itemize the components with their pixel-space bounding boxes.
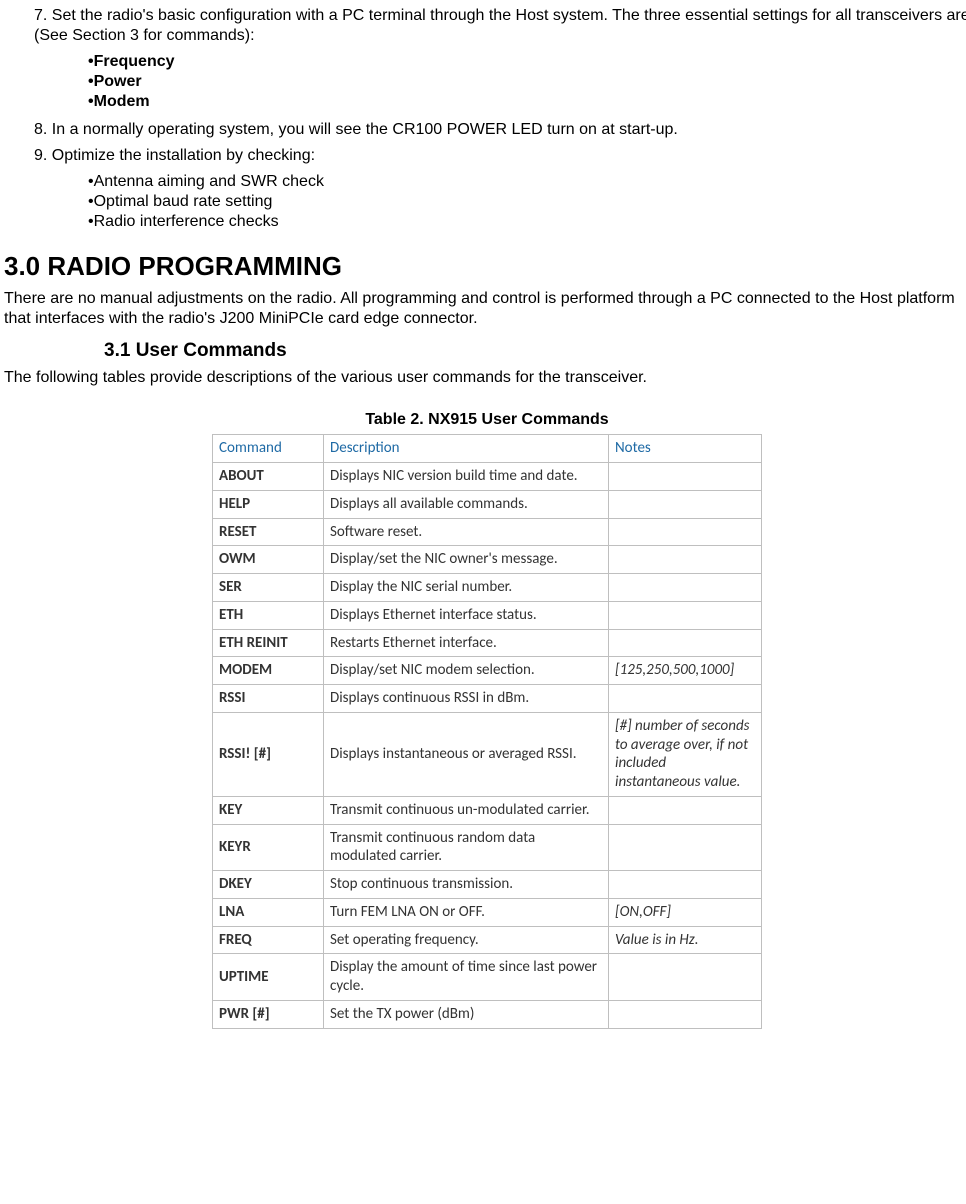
table-row: SERDisplay the NIC serial number.: [213, 574, 762, 602]
cell-command: PWR [#]: [213, 1000, 324, 1028]
cell-command: RESET: [213, 518, 324, 546]
step-8: 8. In a normally operating system, you w…: [34, 120, 966, 140]
cell-description: Transmit continuous random data modulate…: [324, 824, 609, 871]
cell-command: OWM: [213, 546, 324, 574]
bullet-antenna: Antenna aiming and SWR check: [88, 172, 966, 192]
cell-notes: Value is in Hz.: [609, 926, 762, 954]
cell-description: Restarts Ethernet interface.: [324, 629, 609, 657]
cell-description: Stop continuous transmission.: [324, 871, 609, 899]
section-3-para: There are no manual adjustments on the r…: [4, 289, 966, 329]
cell-command: HELP: [213, 490, 324, 518]
cell-notes: [609, 954, 762, 1001]
cell-command: FREQ: [213, 926, 324, 954]
table-header-row: Command Description Notes: [213, 435, 762, 463]
bullet-power: Power: [88, 72, 966, 92]
cell-description: Displays continuous RSSI in dBm.: [324, 685, 609, 713]
table-row: LNATurn FEM LNA ON or OFF.[ON,OFF]: [213, 898, 762, 926]
table-row: RSSIDisplays continuous RSSI in dBm.: [213, 685, 762, 713]
table-row: MODEMDisplay/set NIC modem selection.[12…: [213, 657, 762, 685]
col-command: Command: [213, 435, 324, 463]
table-row: RESETSoftware reset.: [213, 518, 762, 546]
col-description: Description: [324, 435, 609, 463]
table-row: RSSI! [#]Displays instantaneous or avera…: [213, 712, 762, 796]
table-row: DKEYStop continuous transmission.: [213, 871, 762, 899]
cell-command: KEY: [213, 796, 324, 824]
cell-command: UPTIME: [213, 954, 324, 1001]
cell-notes: [609, 601, 762, 629]
step-9-bullets: Antenna aiming and SWR check Optimal bau…: [88, 172, 966, 232]
cell-description: Display the amount of time since last po…: [324, 954, 609, 1001]
bullet-modem: Modem: [88, 92, 966, 112]
cell-command: ETH: [213, 601, 324, 629]
cell-notes: [ON,OFF]: [609, 898, 762, 926]
cell-description: Displays instantaneous or averaged RSSI.: [324, 712, 609, 796]
bullet-interference: Radio interference checks: [88, 212, 966, 232]
table-row: ETH REINITRestarts Ethernet interface.: [213, 629, 762, 657]
cell-notes: [125,250,500,1000]: [609, 657, 762, 685]
table-row: FREQSet operating frequency.Value is in …: [213, 926, 762, 954]
table-row: OWMDisplay/set the NIC owner's message.: [213, 546, 762, 574]
section-3-1-para: The following tables provide description…: [4, 368, 966, 388]
cell-notes: [609, 871, 762, 899]
step-7: 7. Set the radio's basic configuration w…: [34, 6, 966, 46]
table-row: HELPDisplays all available commands.: [213, 490, 762, 518]
cell-command: DKEY: [213, 871, 324, 899]
cell-description: Display/set NIC modem selection.: [324, 657, 609, 685]
cell-description: Transmit continuous un-modulated carrier…: [324, 796, 609, 824]
cell-notes: [609, 546, 762, 574]
cell-description: Software reset.: [324, 518, 609, 546]
cell-notes: [609, 518, 762, 546]
table-row: KEYRTransmit continuous random data modu…: [213, 824, 762, 871]
cell-notes: [609, 1000, 762, 1028]
cell-notes: [609, 796, 762, 824]
cell-description: Turn FEM LNA ON or OFF.: [324, 898, 609, 926]
cell-notes: [609, 574, 762, 602]
cell-description: Display the NIC serial number.: [324, 574, 609, 602]
bullet-frequency: Frequency: [88, 52, 966, 72]
section-3-heading: 3.0 RADIO PROGRAMMING: [4, 250, 966, 283]
cell-command: ABOUT: [213, 463, 324, 491]
table-row: KEYTransmit continuous un-modulated carr…: [213, 796, 762, 824]
cell-notes: [609, 629, 762, 657]
cell-description: Displays NIC version build time and date…: [324, 463, 609, 491]
cell-notes: [609, 685, 762, 713]
cell-command: ETH REINIT: [213, 629, 324, 657]
cell-command: LNA: [213, 898, 324, 926]
table-row: PWR [#]Set the TX power (dBm): [213, 1000, 762, 1028]
commands-table: Command Description Notes ABOUTDisplays …: [212, 434, 762, 1028]
cell-description: Displays all available commands.: [324, 490, 609, 518]
table-row: ETHDisplays Ethernet interface status.: [213, 601, 762, 629]
cell-description: Set operating frequency.: [324, 926, 609, 954]
cell-description: Displays Ethernet interface status.: [324, 601, 609, 629]
cell-notes: [609, 490, 762, 518]
step-9: 9. Optimize the installation by checking…: [34, 146, 966, 166]
col-notes: Notes: [609, 435, 762, 463]
table-row: UPTIMEDisplay the amount of time since l…: [213, 954, 762, 1001]
cell-command: RSSI: [213, 685, 324, 713]
cell-notes: [609, 463, 762, 491]
table-caption: Table 2. NX915 User Commands: [4, 410, 966, 430]
bullet-baud: Optimal baud rate setting: [88, 192, 966, 212]
cell-notes: [#] number of seconds to average over, i…: [609, 712, 762, 796]
cell-command: RSSI! [#]: [213, 712, 324, 796]
cell-command: SER: [213, 574, 324, 602]
cell-description: Display/set the NIC owner's message.: [324, 546, 609, 574]
cell-command: MODEM: [213, 657, 324, 685]
cell-command: KEYR: [213, 824, 324, 871]
table-row: ABOUTDisplays NIC version build time and…: [213, 463, 762, 491]
cell-notes: [609, 824, 762, 871]
cell-description: Set the TX power (dBm): [324, 1000, 609, 1028]
step-7-bullets: Frequency Power Modem: [88, 52, 966, 112]
section-3-1-heading: 3.1 User Commands: [104, 339, 966, 363]
